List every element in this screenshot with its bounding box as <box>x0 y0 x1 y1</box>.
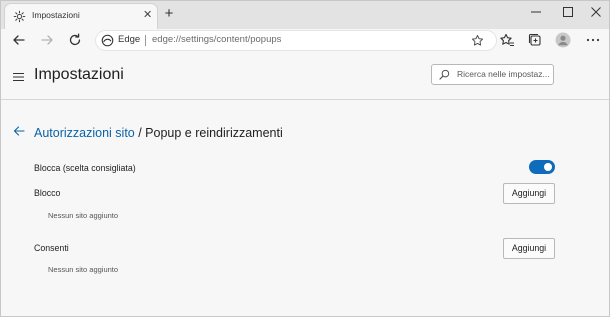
refresh-icon[interactable] <box>66 31 84 49</box>
block-empty-text: Nessun sito aggiunto <box>48 211 119 220</box>
toolbar: Edge edge://settings/content/popups <box>1 29 609 51</box>
address-separator <box>145 35 146 46</box>
toggle-knob <box>544 163 552 171</box>
edge-icon <box>101 34 114 47</box>
window-close-icon[interactable] <box>583 3 609 21</box>
breadcrumb-parent-link[interactable]: Autorizzazioni sito <box>34 126 135 140</box>
new-tab-button[interactable]: + <box>162 6 176 22</box>
tab-settings[interactable]: Impostazioni ✕ <box>5 4 157 29</box>
search-icon <box>439 69 450 80</box>
settings-header: Impostazioni Ricerca nelle impostaz... <box>1 52 609 100</box>
browser-window: Impostazioni ✕ + Edge edge://settings/co… <box>0 0 610 317</box>
allow-section-label: Consenti <box>34 243 69 253</box>
close-tab-icon[interactable]: ✕ <box>143 8 152 22</box>
maximize-icon[interactable] <box>555 3 581 21</box>
star-icon[interactable] <box>471 34 484 47</box>
page-title: Impostazioni <box>34 66 124 83</box>
block-recommended-label: Blocca (scelta consigliata) <box>34 163 136 173</box>
back-icon[interactable] <box>10 31 28 49</box>
forward-icon[interactable] <box>38 31 56 49</box>
site-identity-label: Edge <box>118 34 141 45</box>
allow-empty-text: Nessun sito aggiunto <box>48 265 119 274</box>
block-popups-toggle[interactable] <box>529 160 555 174</box>
settings-search-input[interactable]: Ricerca nelle impostaz... <box>431 64 554 85</box>
breadcrumb: Autorizzazioni sito / Popup e reindirizz… <box>34 126 283 140</box>
gear-icon <box>13 10 26 23</box>
tab-strip: Impostazioni ✕ + <box>1 1 609 29</box>
minimize-icon[interactable] <box>523 3 549 21</box>
block-add-button[interactable]: Aggiungi <box>503 183 555 204</box>
search-placeholder: Ricerca nelle impostaz... <box>457 69 550 79</box>
menu-icon[interactable] <box>13 73 24 81</box>
url-text[interactable]: edge://settings/content/popups <box>152 34 281 45</box>
collections-icon[interactable] <box>527 32 543 48</box>
profile-icon[interactable] <box>555 32 571 48</box>
favorites-icon[interactable] <box>499 32 515 48</box>
breadcrumb-current: Popup e reindirizzamenti <box>145 126 283 140</box>
block-section-label: Blocco <box>34 188 61 198</box>
arrow-left-icon[interactable] <box>13 125 25 137</box>
breadcrumb-separator: / <box>134 126 146 140</box>
more-icon[interactable] <box>585 32 601 48</box>
allow-add-button[interactable]: Aggiungi <box>503 238 555 259</box>
address-bar[interactable]: Edge edge://settings/content/popups <box>96 31 496 50</box>
tab-title: Impostazioni <box>32 10 80 20</box>
